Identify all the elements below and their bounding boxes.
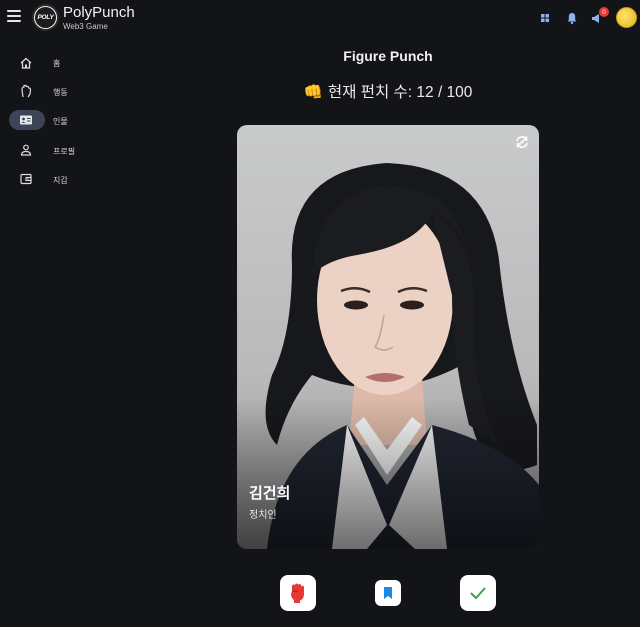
sidebar-item-label: 인물 [53, 117, 68, 126]
sidebar-item-wallet[interactable] [9, 169, 45, 189]
punch-button[interactable] [280, 575, 316, 611]
brand-name[interactable]: PolyPunch [63, 4, 135, 21]
card-gradient-overlay [237, 399, 539, 549]
figure-card[interactable]: 김건희 정치인 [237, 125, 539, 549]
person-icon [20, 144, 32, 156]
fist-icon [291, 583, 304, 603]
user-avatar[interactable] [616, 7, 637, 28]
bell-icon[interactable] [565, 11, 579, 25]
check-icon [470, 587, 486, 600]
logo-text: POLY [35, 7, 56, 28]
confirm-button[interactable] [460, 575, 496, 611]
refresh-icon[interactable] [514, 134, 530, 150]
page-title: Figure Punch [343, 48, 433, 64]
top-bar: POLY PolyPunch Web3 Game 0 [0, 0, 640, 36]
sidebar-item-label: 지갑 [53, 176, 68, 185]
bookmark-button[interactable] [375, 580, 401, 606]
apps-grid-icon[interactable] [538, 11, 552, 25]
brand-subtitle: Web3 Game [63, 22, 108, 31]
notification-badge: 0 [599, 7, 609, 17]
sidebar-item-label: 프로필 [53, 147, 76, 156]
punch-count-label: 현재 펀치 수: 12 / 100 [327, 84, 473, 101]
fist-emoji: 👊 [303, 84, 323, 101]
punch-count: 👊 현재 펀치 수: 12 / 100 [0, 80, 640, 102]
wallet-icon [20, 173, 32, 185]
hamburger-menu-icon[interactable] [7, 10, 21, 24]
figure-role: 정치인 [249, 510, 277, 521]
figure-name: 김건희 [249, 485, 291, 502]
sidebar-item-profile[interactable] [9, 140, 45, 160]
bookmark-icon [384, 587, 392, 599]
polypunch-logo[interactable]: POLY [32, 4, 59, 31]
id-card-icon [20, 115, 32, 125]
sidebar-item-figures[interactable] [9, 110, 45, 130]
